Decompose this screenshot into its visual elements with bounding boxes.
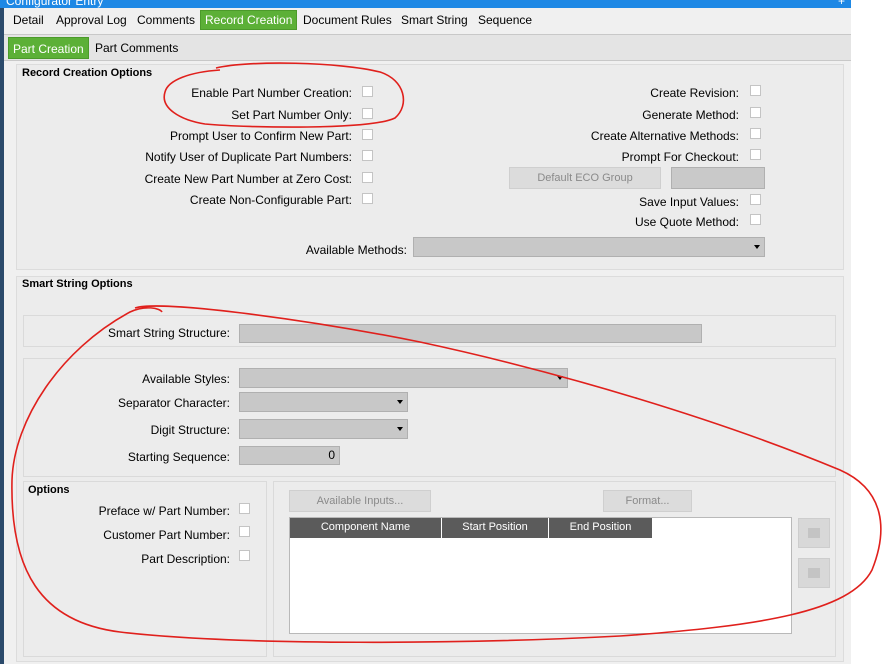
available-styles-combo[interactable] [239,368,568,388]
window-titlebar: Configurator Entry + [0,0,851,8]
move-down-button[interactable] [798,558,830,588]
tab-sequence[interactable]: Sequence [478,13,532,27]
set-part-number-only-label: Set Part Number Only: [231,108,352,122]
digit-structure-label: Digit Structure: [150,423,230,437]
available-methods-label: Available Methods: [305,243,407,257]
smart-string-panel: Smart String Options Smart String Struct… [16,276,844,662]
save-input-values-label: Save Input Values: [639,195,739,209]
default-eco-group-field[interactable] [671,167,765,189]
create-revision-checkbox[interactable] [750,85,761,96]
right-margin [851,0,886,664]
prompt-confirm-new-part-checkbox[interactable] [362,129,373,140]
add-icon[interactable]: + [838,0,845,8]
separator-character-combo[interactable] [239,392,408,412]
use-quote-method-label: Use Quote Method: [634,215,739,229]
create-revision-label: Create Revision: [650,86,739,100]
main-tab-strip: Detail Approval Log Comments Record Crea… [4,8,851,35]
zero-cost-checkbox[interactable] [362,172,373,183]
tab-approval-log[interactable]: Approval Log [56,13,127,27]
component-grid[interactable]: Component Name Start Position End Positi… [289,517,792,634]
notify-duplicate-label: Notify User of Duplicate Part Numbers: [145,150,352,164]
preface-part-number-checkbox[interactable] [239,503,250,514]
up-arrow-icon [808,528,820,538]
preface-part-number-label: Preface w/ Part Number: [98,504,230,518]
format-button[interactable]: Format... [603,490,692,512]
available-inputs-button[interactable]: Available Inputs... [289,490,431,512]
available-methods-combo[interactable] [413,237,765,257]
options-title: Options [28,484,70,496]
tab-comments[interactable]: Comments [137,13,195,27]
customer-part-number-checkbox[interactable] [239,526,250,537]
zero-cost-label: Create New Part Number at Zero Cost: [144,172,352,186]
move-up-button[interactable] [798,518,830,548]
digit-structure-combo[interactable] [239,419,408,439]
tab-smart-string[interactable]: Smart String [401,13,468,27]
part-description-label: Part Description: [141,552,230,566]
chevron-down-icon [397,400,403,404]
starting-sequence-label: Starting Sequence: [127,450,230,464]
prompt-for-checkout-label: Prompt For Checkout: [621,150,739,164]
default-eco-group-button[interactable]: Default ECO Group [509,167,661,189]
tab-part-creation[interactable]: Part Creation [8,37,89,59]
window-title: Configurator Entry [6,0,104,8]
part-description-checkbox[interactable] [239,550,250,561]
options-group: Options Preface w/ Part Number: Customer… [23,481,267,657]
chevron-down-icon [397,427,403,431]
non-configurable-part-checkbox[interactable] [362,193,373,204]
chevron-down-icon [754,245,760,249]
enable-part-number-creation-label: Enable Part Number Creation: [191,86,352,100]
left-edge [0,8,4,664]
grid-header-component-name[interactable]: Component Name [290,518,442,538]
create-alternative-methods-checkbox[interactable] [750,128,761,139]
sub-tab-strip: Part Creation Part Comments [4,35,851,61]
prompt-for-checkout-checkbox[interactable] [750,149,761,160]
tab-record-creation[interactable]: Record Creation [200,10,298,30]
non-configurable-part-label: Create Non-Configurable Part: [189,193,352,207]
notify-duplicate-checkbox[interactable] [362,150,373,161]
tab-part-comments[interactable]: Part Comments [95,41,178,55]
separator-character-label: Separator Character: [117,396,230,410]
record-creation-panel: Record Creation Options Enable Part Numb… [16,64,844,270]
available-styles-label: Available Styles: [142,372,230,386]
smart-string-structure-field[interactable] [239,324,702,343]
smart-string-structure-group: Smart String Structure: [23,315,836,347]
set-part-number-only-checkbox[interactable] [362,108,373,119]
smart-string-style-group: Available Styles: Separator Character: D… [23,358,836,477]
smart-string-structure-label: Smart String Structure: [107,326,230,340]
generate-method-label: Generate Method: [642,108,739,122]
generate-method-checkbox[interactable] [750,107,761,118]
create-alternative-methods-label: Create Alternative Methods: [590,129,739,143]
grid-header-start-position[interactable]: Start Position [442,518,549,538]
use-quote-method-checkbox[interactable] [750,214,761,225]
grid-header-end-position[interactable]: End Position [549,518,653,538]
smart-string-title: Smart String Options [22,278,133,290]
customer-part-number-label: Customer Part Number: [103,528,230,542]
prompt-confirm-new-part-label: Prompt User to Confirm New Part: [169,129,352,143]
starting-sequence-field[interactable]: 0 [239,446,340,465]
tab-document-rules[interactable]: Document Rules [303,13,392,27]
chevron-down-icon [557,376,563,380]
record-creation-title: Record Creation Options [22,67,153,79]
down-arrow-icon [808,568,820,578]
tab-detail[interactable]: Detail [13,13,44,27]
enable-part-number-creation-checkbox[interactable] [362,86,373,97]
inputs-group: Available Inputs... Format... Component … [273,481,836,657]
save-input-values-checkbox[interactable] [750,194,761,205]
